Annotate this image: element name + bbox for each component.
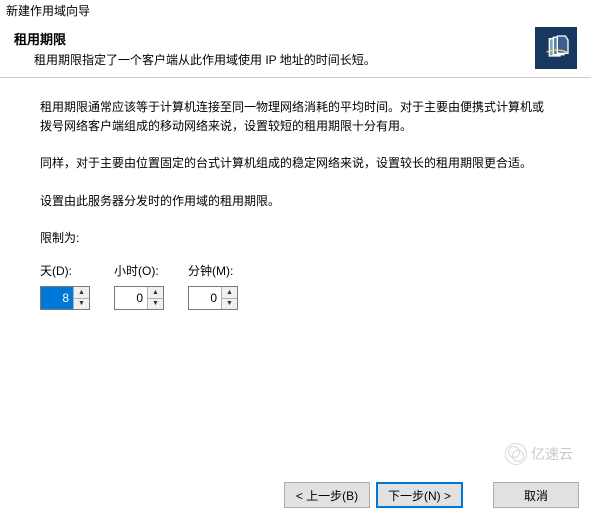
days-group: 天(D): ▲ ▼ (40, 262, 90, 310)
wizard-header: 租用期限 租用期限指定了一个客户端从此作用域使用 IP 地址的时间长短。 (0, 21, 591, 78)
minutes-down-button[interactable]: ▼ (222, 299, 237, 310)
wizard-button-bar: < 上一步(B) 下一步(N) > 取消 (284, 482, 579, 508)
days-label: 天(D): (40, 262, 72, 281)
minutes-label: 分钟(M): (188, 262, 233, 281)
watermark-text: 亿速云 (531, 444, 573, 464)
limit-label: 限制为: (40, 229, 551, 248)
hours-label: 小时(O): (114, 262, 159, 281)
hours-down-button[interactable]: ▼ (148, 299, 163, 310)
hours-up-button[interactable]: ▲ (148, 287, 163, 299)
duration-inputs-row: 天(D): ▲ ▼ 小时(O): ▲ ▼ 分钟(M): (40, 262, 551, 310)
minutes-input[interactable] (189, 287, 221, 309)
minutes-spinner-buttons: ▲ ▼ (221, 287, 237, 309)
wizard-icon (535, 27, 577, 69)
days-down-button[interactable]: ▼ (74, 299, 89, 310)
hours-spinner-buttons: ▲ ▼ (147, 287, 163, 309)
days-spinner-buttons: ▲ ▼ (73, 287, 89, 309)
documents-icon (540, 32, 572, 64)
minutes-group: 分钟(M): ▲ ▼ (188, 262, 238, 310)
next-button[interactable]: 下一步(N) > (376, 482, 463, 508)
days-up-button[interactable]: ▲ (74, 287, 89, 299)
window-title: 新建作用域向导 (0, 0, 591, 21)
cancel-button[interactable]: 取消 (493, 482, 579, 508)
watermark-icon (505, 443, 527, 465)
wizard-content: 租用期限通常应该等于计算机连接至同一物理网络消耗的平均时间。对于主要由便携式计算… (0, 78, 591, 320)
days-spinner[interactable]: ▲ ▼ (40, 286, 90, 310)
watermark: 亿速云 (505, 443, 573, 465)
back-button[interactable]: < 上一步(B) (284, 482, 370, 508)
minutes-spinner[interactable]: ▲ ▼ (188, 286, 238, 310)
paragraph-2: 同样，对于主要由位置固定的台式计算机组成的稳定网络来说，设置较长的租用期限更合适… (40, 154, 551, 173)
minutes-up-button[interactable]: ▲ (222, 287, 237, 299)
paragraph-3: 设置由此服务器分发时的作用域的租用期限。 (40, 192, 551, 211)
paragraph-1: 租用期限通常应该等于计算机连接至同一物理网络消耗的平均时间。对于主要由便携式计算… (40, 98, 551, 136)
hours-input[interactable] (115, 287, 147, 309)
hours-spinner[interactable]: ▲ ▼ (114, 286, 164, 310)
days-input[interactable] (41, 287, 73, 309)
header-text-block: 租用期限 租用期限指定了一个客户端从此作用域使用 IP 地址的时间长短。 (14, 29, 535, 68)
header-description: 租用期限指定了一个客户端从此作用域使用 IP 地址的时间长短。 (14, 51, 535, 68)
header-title: 租用期限 (14, 29, 535, 48)
hours-group: 小时(O): ▲ ▼ (114, 262, 164, 310)
